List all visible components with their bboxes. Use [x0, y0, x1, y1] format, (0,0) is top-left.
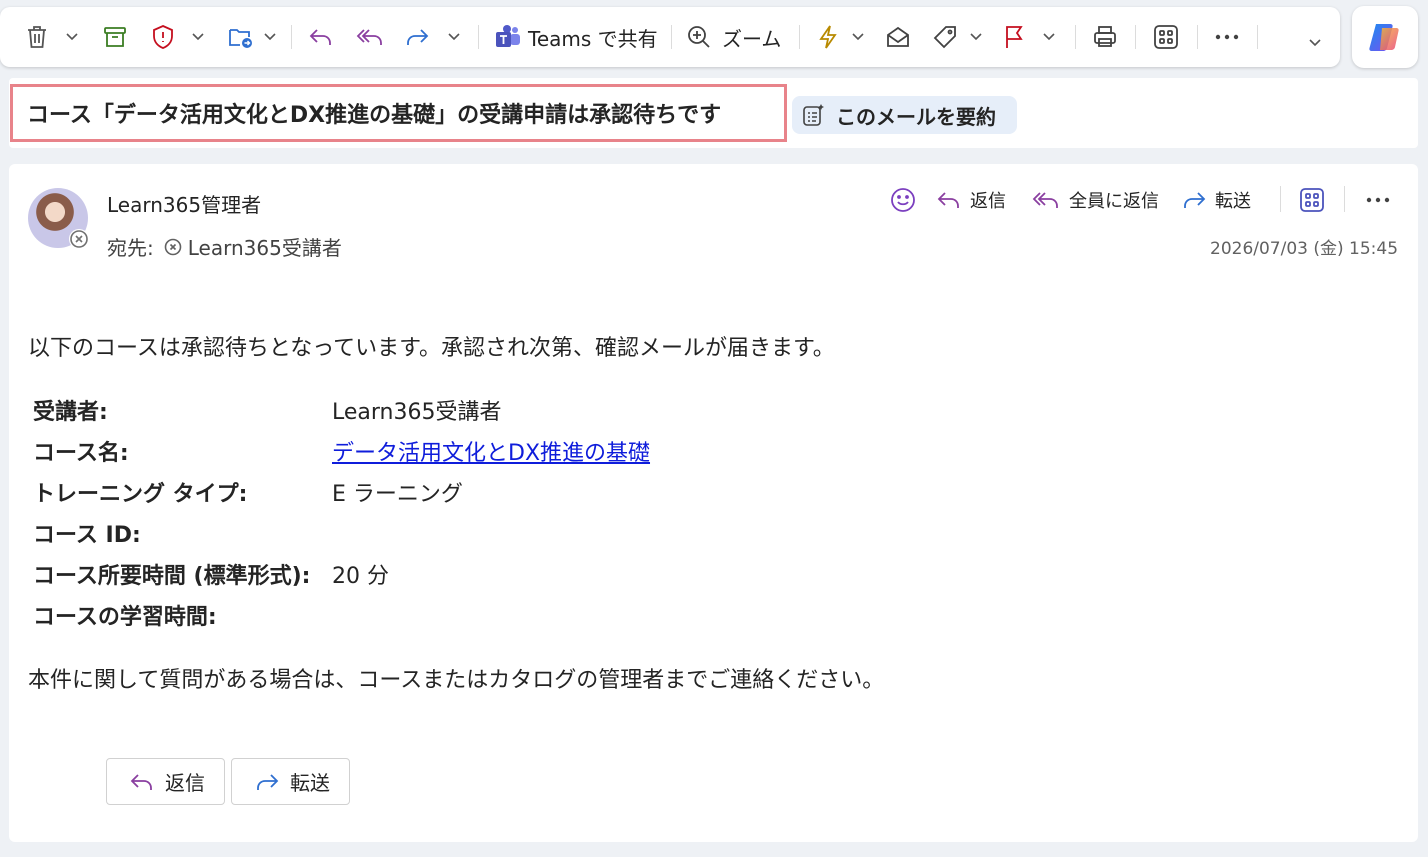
summarize-email-button[interactable]: このメールを要約	[792, 96, 1017, 134]
copilot-button[interactable]	[1352, 6, 1418, 68]
toolbar-divider	[1075, 25, 1076, 49]
teams-share-label: Teams で共有	[528, 26, 658, 51]
flag-icon[interactable]	[1000, 19, 1028, 55]
copilot-icon	[1368, 20, 1402, 54]
field-label: コース ID:	[33, 523, 141, 548]
more-actions-icon[interactable]	[1366, 184, 1390, 216]
recipient-row: 宛先: Learn365受講者	[107, 232, 342, 261]
bottom-forward-label: 転送	[290, 771, 330, 795]
archive-icon[interactable]	[100, 19, 130, 55]
to-prefix: 宛先:	[107, 236, 154, 260]
report-dropdown-chevron-icon[interactable]	[192, 29, 204, 45]
presence-offline-icon	[69, 229, 89, 249]
reply-icon	[936, 189, 962, 211]
emoji-reaction-icon[interactable]	[890, 184, 916, 216]
delete-icon[interactable]	[22, 19, 52, 55]
subject-highlight-box: コース「データ活用文化とDX推進の基礎」の受講申請は承認待ちです	[10, 84, 787, 142]
field-label: コースの学習時間:	[33, 605, 217, 630]
toolbar-divider	[1135, 25, 1136, 49]
apps-grid-icon[interactable]	[1152, 19, 1180, 55]
field-label: 受講者:	[33, 400, 108, 425]
sender-name[interactable]: Learn365管理者	[107, 189, 261, 218]
action-divider	[1280, 186, 1281, 212]
received-date: 2026/07/03 (金) 15:45	[1210, 239, 1399, 259]
quick-steps-lightning-icon[interactable]	[814, 19, 842, 55]
respond-dropdown-chevron-icon[interactable]	[448, 29, 460, 45]
action-divider	[1344, 186, 1345, 212]
forward-icon[interactable]	[402, 19, 432, 55]
forward-action-button[interactable]: 転送	[1181, 184, 1251, 216]
reply-all-label: 全員に返信	[1069, 191, 1159, 212]
report-shield-icon[interactable]	[148, 19, 178, 55]
expand-ribbon-chevron-icon[interactable]	[1309, 35, 1321, 51]
bottom-forward-button[interactable]: 転送	[231, 758, 350, 805]
tag-dropdown-chevron-icon[interactable]	[970, 29, 982, 45]
reply-all-icon[interactable]	[354, 19, 386, 55]
share-to-teams-button[interactable]: Teams で共有	[494, 19, 664, 55]
field-label: コース所要時間 (標準形式):	[33, 564, 311, 589]
reply-icon	[129, 771, 155, 793]
toolbar-divider	[799, 25, 800, 49]
teams-icon	[494, 24, 522, 50]
reply-label: 返信	[970, 191, 1006, 212]
email-subject: コース「データ活用文化とDX推進の基礎」の受講申請は承認待ちです	[27, 103, 722, 128]
delete-dropdown-chevron-icon[interactable]	[66, 29, 78, 45]
more-options-icon[interactable]	[1212, 19, 1242, 55]
flag-dropdown-chevron-icon[interactable]	[1043, 29, 1055, 45]
command-toolbar: Teams で共有 ズーム	[0, 7, 1340, 67]
print-icon[interactable]	[1090, 19, 1120, 55]
bottom-reply-label: 返信	[165, 771, 205, 795]
reply-icon[interactable]	[306, 19, 336, 55]
move-to-folder-icon[interactable]	[226, 19, 256, 55]
toolbar-divider	[291, 25, 292, 49]
summarize-label: このメールを要約	[836, 104, 996, 129]
summarize-icon	[802, 103, 826, 127]
toolbar-divider	[671, 25, 672, 49]
zoom-button[interactable]: ズーム	[686, 19, 786, 55]
apps-icon[interactable]	[1299, 184, 1325, 216]
recipient-name[interactable]: Learn365受講者	[188, 232, 342, 261]
reply-all-action-button[interactable]: 全員に返信	[1031, 184, 1159, 216]
forward-icon	[254, 771, 280, 793]
intro-text: 以下のコースは承認待ちとなっています。承認され次第、確認メールが届きます。	[28, 336, 835, 361]
field-label: コース名:	[33, 441, 129, 466]
zoom-in-icon	[686, 24, 712, 50]
forward-icon	[1181, 189, 1207, 211]
toolbar-divider	[478, 25, 479, 49]
forward-label: 転送	[1215, 191, 1251, 212]
mark-read-envelope-icon[interactable]	[884, 19, 912, 55]
toolbar-divider	[1257, 25, 1258, 49]
move-dropdown-chevron-icon[interactable]	[264, 29, 276, 45]
footer-text: 本件に関して質問がある場合は、コースまたはカタログの管理者までご連絡ください。	[28, 668, 885, 693]
field-value: Learn365受講者	[332, 400, 502, 425]
quick-steps-dropdown-chevron-icon[interactable]	[852, 29, 864, 45]
course-link[interactable]: データ活用文化とDX推進の基礎	[332, 435, 650, 467]
field-value: 20 分	[332, 564, 389, 589]
field-label: トレーニング タイプ:	[33, 482, 248, 507]
field-value: E ラーニング	[332, 482, 463, 507]
toolbar-divider	[1197, 25, 1198, 49]
bottom-reply-button[interactable]: 返信	[106, 758, 225, 805]
zoom-label: ズーム	[722, 26, 782, 51]
recipient-presence-icon	[164, 238, 182, 256]
reply-action-button[interactable]: 返信	[936, 184, 1006, 216]
tag-icon[interactable]	[930, 19, 960, 55]
reply-all-icon	[1031, 189, 1061, 211]
